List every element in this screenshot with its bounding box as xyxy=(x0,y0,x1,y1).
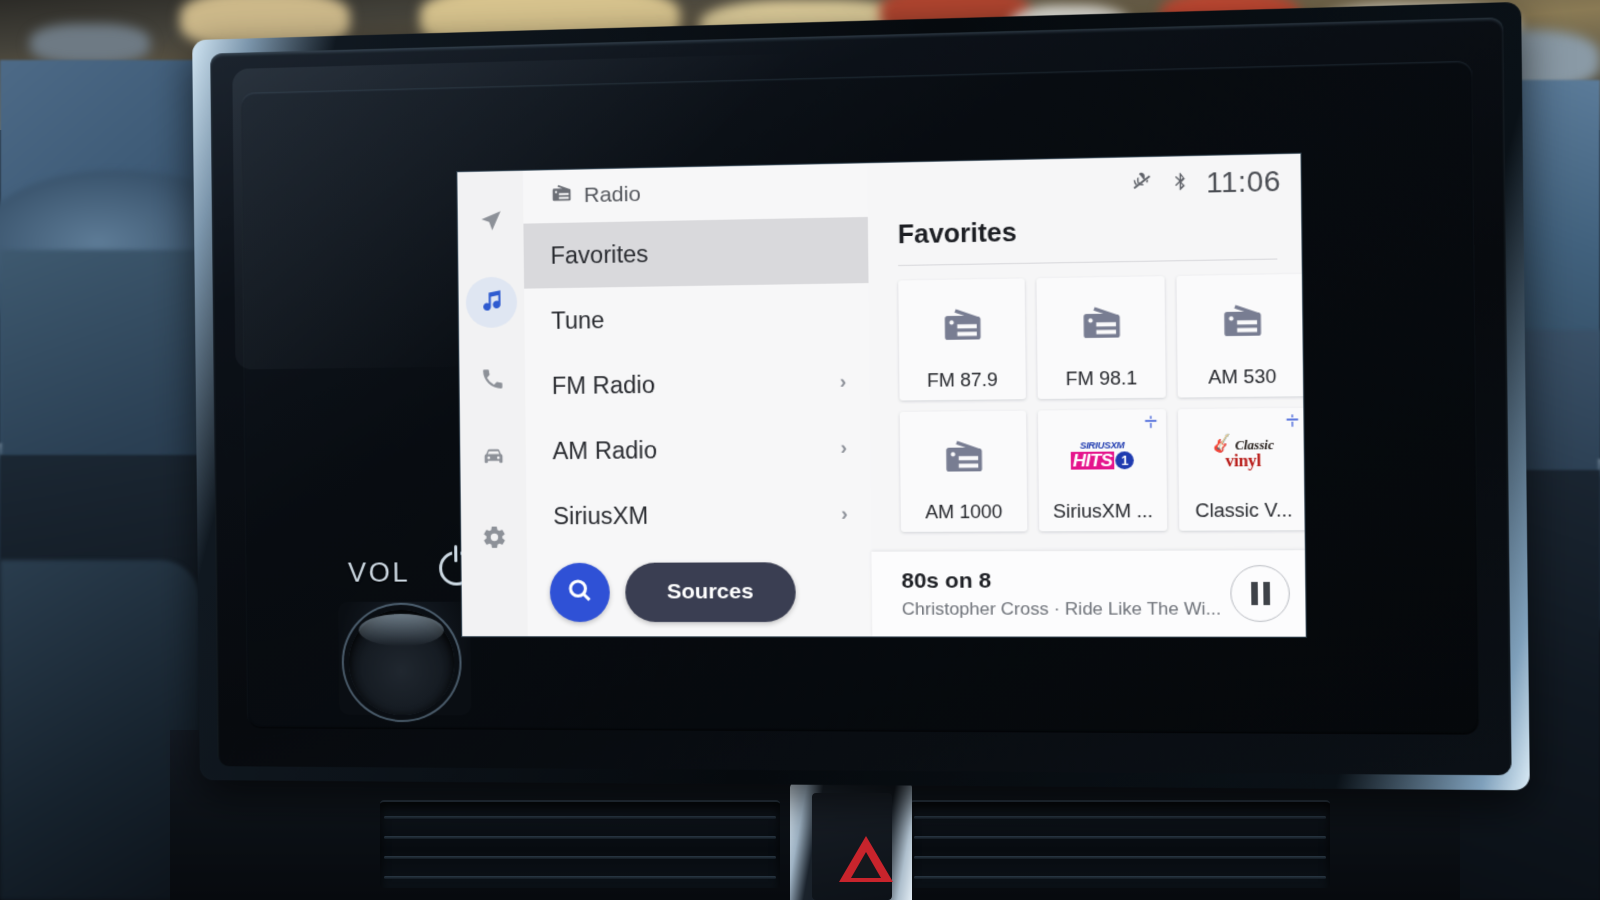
radio-icon xyxy=(550,182,573,211)
air-vent-right xyxy=(910,800,1330,888)
favorite-tile-label: AM 530 xyxy=(1208,366,1276,389)
rail-item-media[interactable] xyxy=(466,277,518,329)
source-item-tune[interactable]: Tune xyxy=(524,283,869,354)
status-bar: 11:06 xyxy=(867,154,1305,217)
clock: 11:06 xyxy=(1206,165,1281,199)
radio-icon xyxy=(898,278,1025,370)
chevron-right-icon: › xyxy=(841,503,848,526)
source-item-fm-radio[interactable]: FM Radio › xyxy=(525,349,870,419)
pause-icon-bar-left xyxy=(1251,582,1258,605)
source-item-label: Favorites xyxy=(550,240,648,269)
now-playing-text: 80s on 8 Christopher Cross · Ride Like T… xyxy=(901,568,1230,620)
search-button[interactable] xyxy=(550,563,610,622)
now-playing-bar[interactable]: 80s on 8 Christopher Cross · Ride Like T… xyxy=(871,550,1305,637)
chevron-right-icon: › xyxy=(839,371,846,394)
source-item-label: FM Radio xyxy=(552,371,655,400)
favorite-tile-label: FM 87.9 xyxy=(927,369,998,392)
source-list-actions: Sources xyxy=(527,548,872,637)
power-icon-bar xyxy=(454,545,457,562)
favorite-tile[interactable]: SIRIUSXM HITS 1 SiriusXM ... xyxy=(1038,409,1167,531)
source-item-label: SiriusXM xyxy=(553,502,648,530)
favorite-tile-label: AM 1000 xyxy=(925,501,1002,523)
rail-item-vehicle[interactable] xyxy=(467,435,519,486)
radio-icon xyxy=(900,411,1027,502)
sources-button[interactable]: Sources xyxy=(625,562,796,622)
favorite-tile-label: FM 98.1 xyxy=(1066,368,1138,391)
app-rail xyxy=(457,171,527,636)
source-item-am-radio[interactable]: AM Radio › xyxy=(525,415,870,483)
source-item-favorites[interactable]: Favorites xyxy=(523,217,868,289)
favorite-tile[interactable]: AM 1000 xyxy=(900,411,1028,532)
microphone-muted-icon xyxy=(1129,170,1153,199)
source-list-title: Radio xyxy=(584,183,641,209)
touchscreen[interactable]: Radio Favorites Tune FM Radio › AM Radio xyxy=(457,154,1305,637)
source-item-label: Tune xyxy=(551,306,605,334)
favorite-tile[interactable]: 🎸 Classic vinyl Classic V... xyxy=(1178,408,1306,531)
favorite-tile[interactable]: AM 530 xyxy=(1176,274,1305,398)
favorites-grid: FM 87.9 FM 98.1 AM 530 AM 1000 SIRIUSXM … xyxy=(868,259,1305,532)
navigation-arrow-icon xyxy=(478,208,504,239)
bluetooth-icon xyxy=(1170,169,1190,198)
source-list-items: Favorites Tune FM Radio › AM Radio › Sir… xyxy=(523,217,871,549)
satellite-signal-icon xyxy=(1143,415,1158,430)
source-list-panel: Radio Favorites Tune FM Radio › AM Radio xyxy=(523,163,872,636)
hazard-triangle-inner xyxy=(851,852,881,878)
search-icon xyxy=(565,576,594,610)
rail-item-navigation[interactable] xyxy=(465,197,517,249)
volume-knob[interactable] xyxy=(348,610,455,715)
source-item-siriusxm[interactable]: SiriusXM › xyxy=(526,481,871,548)
pause-icon-bar-right xyxy=(1263,582,1270,605)
phone-icon xyxy=(479,366,505,397)
source-item-label: AM Radio xyxy=(552,436,657,464)
music-note-icon xyxy=(478,287,504,318)
car-icon xyxy=(480,445,506,476)
source-list-header: Radio xyxy=(523,163,868,223)
pause-button[interactable] xyxy=(1230,565,1290,622)
head-unit: VOL Radio Favorites Tune FM Radio › AM R… xyxy=(192,2,1530,791)
now-playing-track: Christopher Cross · Ride Like The Wi... xyxy=(902,598,1231,619)
content-panel: 11:06 Favorites FM 87.9 FM 98.1 AM 530 A… xyxy=(867,154,1306,637)
radio-icon xyxy=(1036,276,1165,369)
content-title: Favorites xyxy=(868,208,1306,251)
chevron-right-icon: › xyxy=(840,437,847,460)
gear-icon xyxy=(481,525,507,556)
favorite-tile-label: Classic V... xyxy=(1195,500,1292,523)
favorite-tile[interactable]: FM 98.1 xyxy=(1036,276,1165,399)
volume-label: VOL xyxy=(348,557,411,588)
rail-item-settings[interactable] xyxy=(468,514,520,565)
air-vent-left xyxy=(380,800,780,888)
now-playing-channel: 80s on 8 xyxy=(901,568,1230,594)
favorite-tile[interactable]: FM 87.9 xyxy=(898,278,1026,400)
rail-item-phone[interactable] xyxy=(466,356,518,407)
favorite-tile-label: SiriusXM ... xyxy=(1053,500,1153,522)
satellite-signal-icon xyxy=(1285,413,1301,428)
radio-icon xyxy=(1176,274,1305,367)
